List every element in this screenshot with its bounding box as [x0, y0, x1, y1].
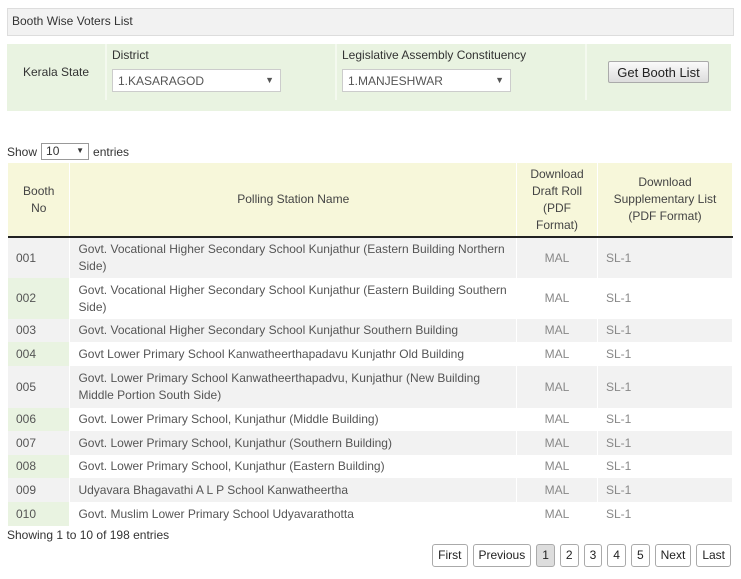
booth-no: 003 [8, 319, 71, 342]
chevron-down-icon: ▼ [76, 146, 85, 155]
table-row: 004 Govt Lower Primary School Kanwatheert… [8, 342, 733, 366]
supplementary-link[interactable]: SL-1 [597, 342, 733, 366]
entries-value: 10 [46, 144, 60, 158]
booth-no: 005 [8, 366, 71, 408]
page-4-button[interactable]: 4 [607, 544, 626, 567]
polling-station-name: Govt. Lower Primary School Kanwatheertha… [69, 366, 518, 408]
col-draft-roll[interactable]: Download Draft Roll (PDF Format) [516, 163, 598, 238]
filter-panel: Kerala State District 1.KASARAGOD ▼ Legis… [7, 44, 731, 111]
pagination: First Previous 1 2 3 4 5 Next Last [432, 544, 731, 567]
page-3-button[interactable]: 3 [583, 544, 603, 567]
draft-roll-link[interactable]: MAL [516, 278, 598, 319]
booth-no: 008 [8, 455, 71, 478]
col-polling-station[interactable]: Polling Station Name [69, 163, 518, 238]
district-label: District [112, 48, 149, 62]
supplementary-link[interactable]: SL-1 [597, 278, 733, 319]
state-label: Kerala State [7, 44, 107, 100]
supplementary-link[interactable]: SL-1 [597, 478, 733, 502]
draft-roll-link[interactable]: MAL [516, 237, 598, 278]
get-booth-list-button[interactable]: Get Booth List [608, 61, 709, 83]
table-row: 005 Govt. Lower Primary School Kanwatheer… [8, 366, 733, 408]
show-label: Show [7, 144, 38, 159]
lac-select[interactable]: 1.MANJESHWAR ▼ [342, 69, 511, 92]
page-2-button[interactable]: 2 [559, 544, 579, 567]
entries-label: entries [93, 144, 130, 159]
draft-roll-link[interactable]: MAL [516, 366, 598, 408]
booth-table: Booth No Polling Station Name Download D… [8, 163, 733, 526]
booth-no: 001 [8, 237, 71, 278]
next-button[interactable]: Next [654, 544, 692, 567]
page-1-button[interactable]: 1 [536, 544, 555, 567]
lac-value: 1.MANJESHWAR [348, 74, 443, 88]
table-row: 003 Govt. Vocational Higher Secondary Sch… [8, 319, 733, 342]
district-value: 1.KASARAGOD [118, 74, 205, 88]
district-cell: District 1.KASARAGOD ▼ [107, 44, 337, 100]
supplementary-link[interactable]: SL-1 [597, 408, 733, 431]
district-select[interactable]: 1.KASARAGOD ▼ [112, 69, 281, 92]
polling-station-name: Govt. Vocational Higher Secondary School… [69, 237, 518, 278]
booth-no: 007 [8, 431, 71, 455]
booth-no: 004 [8, 342, 71, 366]
lac-label: Legislative Assembly Constituency [342, 48, 527, 62]
draft-roll-link[interactable]: MAL [516, 431, 598, 455]
polling-station-name: Govt. Lower Primary School, Kunjathur (E… [69, 455, 518, 478]
booth-no: 010 [8, 502, 71, 526]
supplementary-link[interactable]: SL-1 [597, 431, 733, 455]
supplementary-link[interactable]: SL-1 [597, 455, 733, 478]
polling-station-name: Govt. Lower Primary School, Kunjathur (S… [69, 431, 518, 455]
table-info: Showing 1 to 10 of 198 entries [7, 528, 170, 542]
table-row: 009 Udyavara Bhagavathi A L P School Kanw… [8, 478, 733, 502]
table-row: 001 Govt. Vocational Higher Secondary Sch… [8, 237, 733, 278]
booth-no: 002 [8, 278, 71, 319]
draft-roll-link[interactable]: MAL [516, 478, 598, 502]
draft-roll-link[interactable]: MAL [516, 342, 598, 366]
last-button[interactable]: Last [696, 544, 731, 567]
chevron-down-icon: ▼ [265, 75, 274, 85]
booth-no: 009 [8, 478, 71, 502]
draft-roll-link[interactable]: MAL [516, 455, 598, 478]
col-booth-no[interactable]: Booth No [8, 163, 71, 238]
entries-length: Show 10 ▼ entries [7, 143, 129, 160]
previous-button[interactable]: Previous [472, 544, 532, 567]
draft-roll-link[interactable]: MAL [516, 502, 598, 526]
page-5-button[interactable]: 5 [630, 544, 650, 567]
supplementary-link[interactable]: SL-1 [597, 319, 733, 342]
supplementary-link[interactable]: SL-1 [597, 502, 733, 526]
lac-cell: Legislative Assembly Constituency 1.MANJ… [337, 44, 587, 100]
page-title: Booth Wise Voters List [7, 8, 734, 36]
polling-station-name: Govt Lower Primary School Kanwatheerthap… [69, 342, 518, 366]
supplementary-link[interactable]: SL-1 [597, 366, 733, 408]
supplementary-link[interactable]: SL-1 [597, 237, 733, 278]
polling-station-name: Govt. Vocational Higher Secondary School… [69, 278, 518, 319]
polling-station-name: Udyavara Bhagavathi A L P School Kanwath… [69, 478, 518, 502]
chevron-down-icon: ▼ [495, 75, 504, 85]
table-row: 002 Govt. Vocational Higher Secondary Sch… [8, 278, 733, 319]
polling-station-name: Govt. Vocational Higher Secondary School… [69, 319, 518, 342]
polling-station-name: Govt. Muslim Lower Primary School Udyava… [69, 502, 518, 526]
table-row: 006 Govt. Lower Primary School, Kunjathur… [8, 408, 733, 431]
entries-select[interactable]: 10 ▼ [41, 143, 90, 160]
col-supplementary[interactable]: Download Supplementary List (PDF Format) [597, 163, 733, 238]
first-button[interactable]: First [432, 544, 468, 567]
table-row: 010 Govt. Muslim Lower Primary School Udy… [8, 502, 733, 526]
polling-station-name: Govt. Lower Primary School, Kunjathur (M… [69, 408, 518, 431]
draft-roll-link[interactable]: MAL [516, 408, 598, 431]
table-row: 007 Govt. Lower Primary School, Kunjathur… [8, 431, 733, 455]
table-row: 008 Govt. Lower Primary School, Kunjathur… [8, 455, 733, 478]
booth-no: 006 [8, 408, 71, 431]
draft-roll-link[interactable]: MAL [516, 319, 598, 342]
